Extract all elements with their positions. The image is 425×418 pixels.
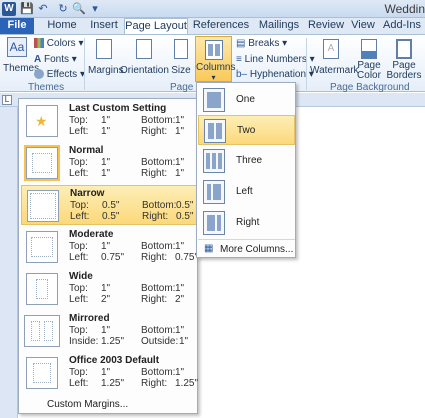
office-2003-margin-icon <box>26 357 58 389</box>
tab-file[interactable]: File <box>0 18 34 34</box>
margin-option-narrow[interactable]: Narrow Top: 0.5" Bottom: 0.5" Left: 0.5" Righ… <box>21 185 197 225</box>
tab-page-layout[interactable]: Page Layout <box>124 18 188 34</box>
customize-toolbar-icon[interactable]: ▾ <box>88 2 102 16</box>
print-preview-icon[interactable]: 🔍 <box>72 2 86 16</box>
margin-option-name: Narrow <box>70 188 105 199</box>
watermark-button[interactable]: A Watermark <box>310 37 359 79</box>
columns-dropdown: One Two Three Left Right ▦ More Columns.… <box>196 82 296 258</box>
column-option-one[interactable]: One <box>198 85 295 115</box>
margin-option-moderate[interactable]: Moderate Top: 1" Bottom: 1" Left: 0.75" Right… <box>21 227 198 267</box>
redo-icon[interactable]: ↻ <box>56 2 70 16</box>
margin-option-name: Last Custom Setting <box>69 103 167 114</box>
tab-review[interactable]: Review <box>304 18 348 34</box>
colors-button[interactable]: Colors ▾ <box>34 38 84 49</box>
margin-option-name: Wide <box>69 271 93 282</box>
margin-option-office-2003[interactable]: Office 2003 Default Top: 1" Bottom: 1" Left… <box>21 353 198 393</box>
separator <box>84 38 85 90</box>
columns-icon <box>204 40 223 60</box>
tab-references[interactable]: References <box>188 18 254 34</box>
three-columns-icon <box>203 149 225 173</box>
last-custom-margin-icon: ★ <box>26 105 58 137</box>
margin-option-last-custom[interactable]: ★ Last Custom Setting Top: 1" Bottom: 1" Le… <box>21 101 197 141</box>
watermark-icon: A <box>323 39 339 59</box>
orientation-icon <box>136 39 152 59</box>
tab-selector-icon[interactable]: L <box>2 95 12 105</box>
page-borders-button[interactable]: Page Borders <box>386 37 422 81</box>
right-column-icon <box>203 211 225 235</box>
page-background-group-label: Page Background <box>330 82 410 93</box>
margin-option-name: Moderate <box>69 229 114 240</box>
margins-button[interactable]: Margins <box>88 37 124 79</box>
vertical-ruler <box>0 107 18 418</box>
tab-home[interactable]: Home <box>40 18 84 34</box>
fonts-icon: A <box>34 54 42 65</box>
orientation-button[interactable]: Orientation <box>120 37 169 79</box>
columns-button[interactable]: Columns ▾ <box>195 36 235 82</box>
star-icon: ★ <box>35 113 48 129</box>
title-bar: W 💾 ↶ ↻ 🔍 ▾ Weddin <box>0 0 425 18</box>
narrow-margin-icon <box>27 190 59 222</box>
breaks-button[interactable]: ▤ Breaks ▾ <box>236 38 287 49</box>
line-numbers-button[interactable]: ≡ Line Numbers ▾ <box>236 54 315 65</box>
themes-group-label: Themes <box>28 82 65 93</box>
tab-insert[interactable]: Insert <box>84 18 124 34</box>
margin-option-name: Normal <box>69 145 104 156</box>
size-icon <box>174 39 188 59</box>
margin-option-normal[interactable]: Normal Top: 1" Bottom: 1" Left: 1" Right: 1" <box>21 143 197 183</box>
themes-icon: Aa <box>7 37 27 57</box>
column-option-right[interactable]: Right <box>198 208 295 238</box>
undo-icon[interactable]: ↶ <box>36 2 50 16</box>
margin-option-name: Mirrored <box>69 313 110 324</box>
custom-margins-item[interactable]: Custom Margins... <box>47 399 128 410</box>
wide-margin-icon <box>26 273 58 305</box>
normal-margin-icon <box>26 147 58 179</box>
colors-icon <box>34 38 44 49</box>
chevron-down-icon: ▾ <box>211 73 216 82</box>
tab-add-ins[interactable]: Add-Ins <box>382 18 422 34</box>
line-numbers-icon: ≡ <box>236 54 242 65</box>
more-columns-icon: ▦ <box>204 243 214 254</box>
one-column-icon <box>203 88 225 112</box>
margins-icon <box>96 39 112 59</box>
mirrored-margin-icon <box>24 315 60 347</box>
separator <box>306 38 307 90</box>
hyphenation-icon: b– <box>236 69 248 80</box>
fonts-button[interactable]: A Fonts ▾ <box>34 54 77 65</box>
themes-button[interactable]: Aa Themes <box>3 37 39 79</box>
page-color-icon <box>361 39 377 59</box>
margin-option-wide[interactable]: Wide Top: 1" Bottom: 1" Left: 2" Right: 2" <box>21 269 197 309</box>
margins-dropdown: ★ Last Custom Setting Top: 1" Bottom: 1" Le… <box>18 98 198 414</box>
hyphenation-button[interactable]: b– Hyphenation ▾ <box>236 69 314 80</box>
more-columns-item[interactable]: ▦ More Columns... <box>198 239 295 257</box>
page-borders-icon <box>396 39 412 59</box>
effects-icon <box>34 69 44 80</box>
effects-button[interactable]: Effects ▾ <box>34 69 85 80</box>
save-icon[interactable]: 💾 <box>20 2 34 16</box>
ribbon-tabs: File Home Insert Page Layout References … <box>0 18 425 34</box>
column-option-three[interactable]: Three <box>198 146 295 176</box>
breaks-icon: ▤ <box>236 38 246 49</box>
margin-option-name: Office 2003 Default <box>69 355 160 366</box>
size-button[interactable]: Size <box>170 37 192 79</box>
column-option-two[interactable]: Two <box>198 115 295 145</box>
margin-option-mirrored[interactable]: Mirrored Top: 1" Bottom: 1" Inside: 1.25" Out… <box>21 311 197 351</box>
tab-mailings[interactable]: Mailings <box>254 18 304 34</box>
left-column-icon <box>203 180 225 204</box>
two-columns-icon <box>204 119 226 143</box>
page-color-button[interactable]: Page Color <box>354 37 384 81</box>
column-option-left[interactable]: Left <box>198 177 295 207</box>
window-title: Weddin <box>384 2 425 16</box>
moderate-margin-icon <box>26 231 58 263</box>
tab-view[interactable]: View <box>348 18 378 34</box>
word-logo-icon[interactable]: W <box>2 2 16 16</box>
